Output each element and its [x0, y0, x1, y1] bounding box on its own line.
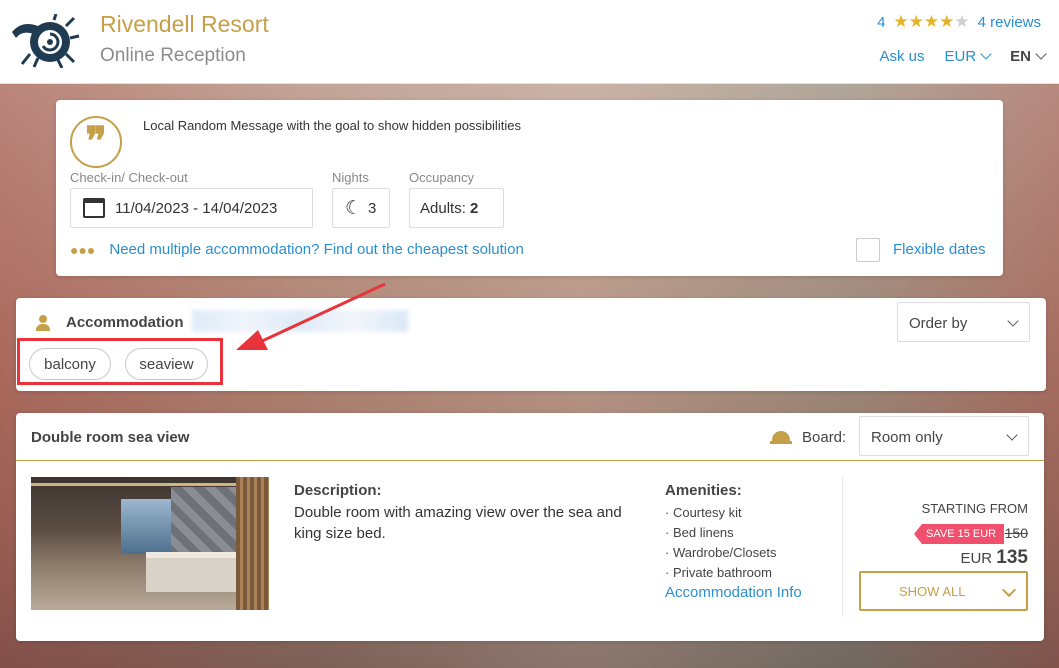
filled-stars-icon: ★★★★ — [893, 12, 955, 31]
chevron-down-icon — [1007, 315, 1019, 327]
search-card: ❞ Local Random Message with the goal to … — [56, 100, 1003, 276]
show-all-button[interactable]: SHOW ALL — [859, 571, 1028, 611]
rating-value: 4 — [877, 13, 886, 31]
price: EUR 135 — [960, 547, 1028, 569]
adults-label: Adults: — [420, 199, 466, 217]
currency-label: EUR — [944, 48, 977, 65]
adults-value: 2 — [470, 199, 479, 217]
empty-star-icon: ★ — [954, 12, 970, 31]
chevron-down-icon — [1001, 582, 1017, 598]
service-bell-icon — [770, 429, 792, 445]
order-by-select[interactable]: Order by — [897, 302, 1030, 342]
chevron-down-icon — [1035, 48, 1047, 60]
star-rating-icon: ★★★★★ — [893, 12, 969, 32]
board-label: Board: — [802, 429, 847, 446]
accommodation-filter-card: Accommodation Order by balcony seaview — [16, 298, 1046, 391]
top-nav: Ask us EUR EN — [879, 48, 1047, 65]
show-all-label: SHOW ALL — [899, 583, 966, 599]
multi-accommodation-text: Need multiple accommodation? Find out th… — [109, 241, 524, 258]
occupancy-label: Occupancy — [409, 170, 475, 185]
ask-us-link[interactable]: Ask us — [879, 48, 924, 65]
quote-icon: ❞ — [70, 116, 122, 168]
chevron-down-icon — [980, 48, 992, 60]
info-message: Local Random Message with the goal to sh… — [143, 118, 521, 133]
tag-balcony[interactable]: balcony — [29, 348, 111, 380]
date-range-value: 11/04/2023 - 14/04/2023 — [115, 199, 278, 217]
board-select[interactable]: Room only — [859, 416, 1029, 456]
order-by-label: Order by — [909, 315, 968, 332]
divider — [842, 477, 843, 617]
nights-label: Nights — [332, 170, 369, 185]
description-heading: Description: — [294, 482, 382, 499]
description-text: Double room with amazing view over the s… — [294, 504, 622, 542]
nights-field[interactable]: ☾ 3 — [332, 188, 390, 228]
amenities-list: Courtesy kit Bed linens Wardrobe/Closets… — [665, 503, 777, 583]
page-subtitle: Online Reception — [100, 45, 246, 66]
save-badge: SAVE 15 EUR — [914, 524, 1005, 544]
occupancy-field[interactable]: Adults: 2 — [409, 188, 504, 228]
checkin-label: Check-in/ Check-out — [70, 170, 188, 185]
list-item: Courtesy kit — [665, 503, 777, 523]
person-icon — [36, 315, 50, 331]
multi-accommodation-link[interactable]: ●●● Need multiple accommodation? Find ou… — [70, 241, 524, 258]
room-header: Double room sea view Board: Room only — [16, 413, 1044, 461]
list-item: Wardrobe/Closets — [665, 543, 777, 563]
flexible-dates-checkbox[interactable] — [856, 238, 880, 262]
chevron-down-icon — [1006, 429, 1018, 441]
room-photo[interactable] — [31, 477, 269, 610]
language-label: EN — [1010, 48, 1031, 65]
price-value: 135 — [996, 547, 1028, 568]
list-item: Private bathroom — [665, 563, 777, 583]
board-value: Room only — [871, 429, 943, 446]
rating-summary: 4 ★★★★★ 4 reviews — [877, 12, 1041, 32]
old-price: 150 — [1004, 525, 1028, 541]
currency-selector[interactable]: EUR — [944, 48, 992, 65]
room-title: Double room sea view — [31, 429, 190, 446]
price-currency: EUR — [960, 550, 993, 567]
tag-seaview[interactable]: seaview — [125, 348, 208, 380]
nights-value: 3 — [368, 199, 377, 217]
accommodation-info-link[interactable]: Accommodation Info — [665, 584, 802, 601]
calendar-icon — [83, 198, 105, 218]
amenities-heading: Amenities: — [665, 482, 742, 499]
header: Rivendell Resort Online Reception 4 ★★★★… — [0, 0, 1059, 84]
moon-icon: ☾ — [345, 197, 363, 219]
language-selector[interactable]: EN — [1010, 48, 1047, 65]
accommodation-title: Accommodation — [66, 314, 184, 331]
date-range-field[interactable]: 11/04/2023 - 14/04/2023 — [70, 188, 313, 228]
people-icon: ●●● — [70, 241, 96, 258]
room-card: Double room sea view Board: Room only De… — [16, 413, 1044, 641]
flexible-dates-label[interactable]: Flexible dates — [893, 241, 986, 258]
reviews-link[interactable]: 4 reviews — [978, 14, 1041, 31]
list-item: Bed linens — [665, 523, 777, 543]
resort-logo — [12, 14, 80, 68]
blurred-text — [192, 310, 408, 332]
resort-name: Rivendell Resort — [100, 11, 269, 37]
starting-from-label: STARTING FROM — [921, 501, 1028, 516]
